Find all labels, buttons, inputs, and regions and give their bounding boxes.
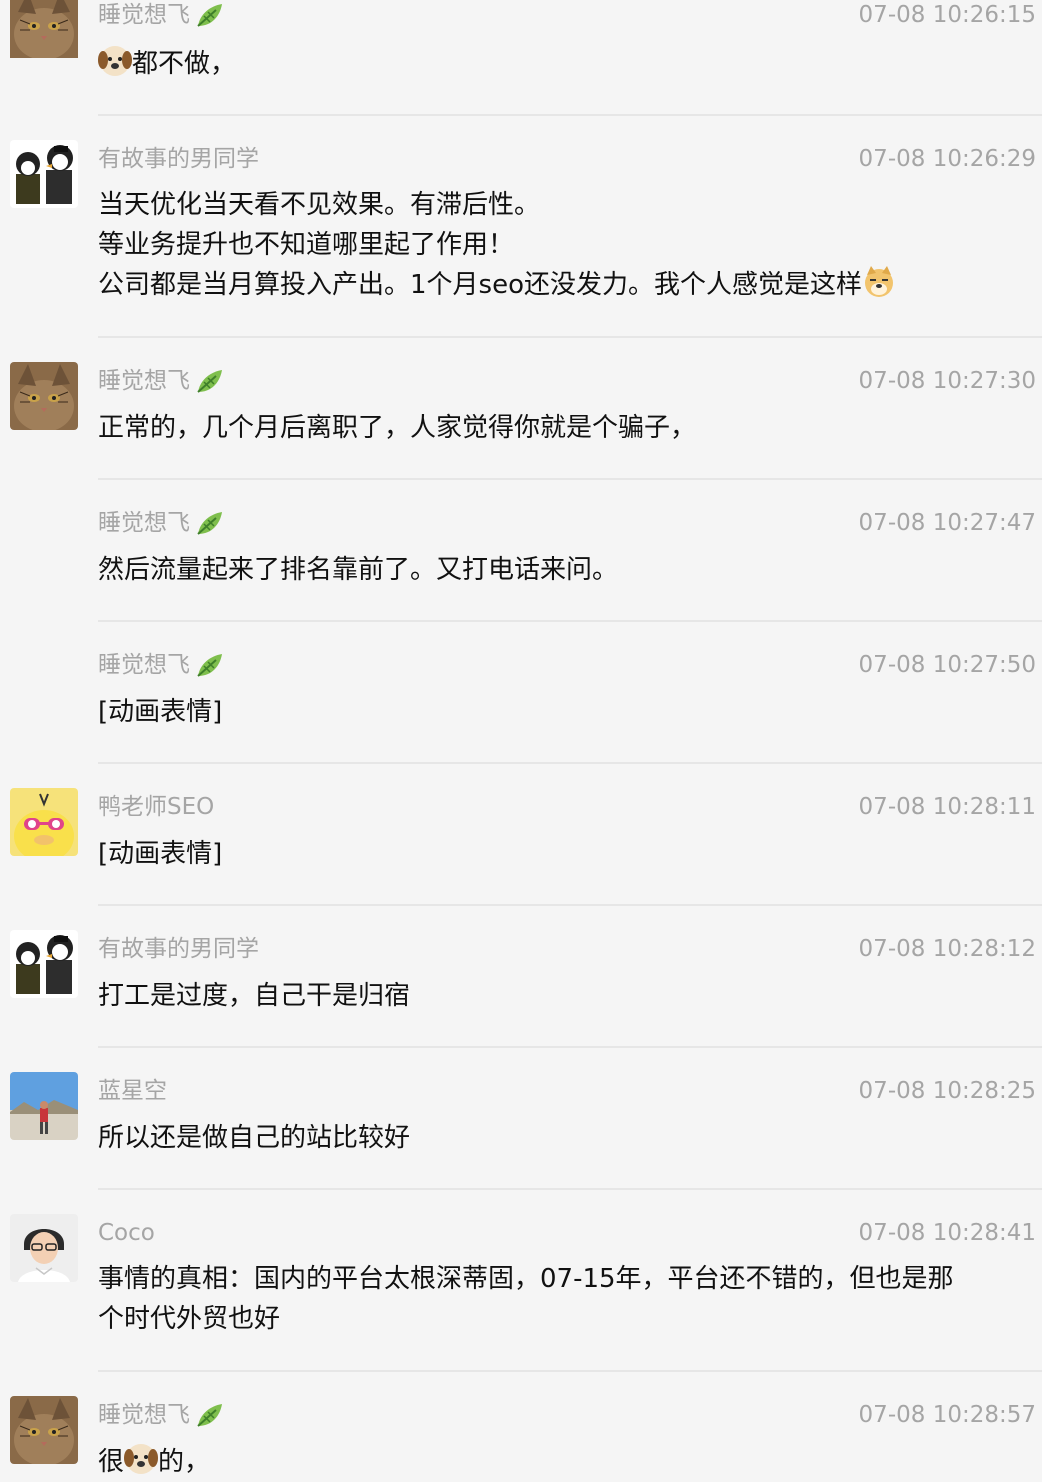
- chat-message: 睡觉想飞 07-08 10:27:30 正常的，几个月后离职了，人家觉得你就是个…: [0, 336, 1042, 478]
- message-divider: [98, 1370, 1042, 1372]
- message-time: 07-08 10:28:12: [858, 936, 1036, 962]
- message-divider: [98, 478, 1042, 480]
- leaf-icon: [197, 1404, 222, 1427]
- message-text[interactable]: 很的，: [98, 1442, 1022, 1482]
- message-divider: [98, 904, 1042, 906]
- message-line: 事情的真相：国内的平台太根深蒂固，07-15年，平台还不错的，但也是那: [98, 1264, 954, 1294]
- message-text[interactable]: 都不做，: [98, 44, 1022, 84]
- message-text[interactable]: 打工是过度，自己干是归宿: [98, 976, 1022, 1016]
- dog-face-emoji: [98, 46, 132, 76]
- penguins-avatar[interactable]: [10, 930, 78, 998]
- message-line: 个时代外贸也好: [98, 1304, 281, 1334]
- message-time: 07-08 10:26:29: [858, 146, 1036, 172]
- cat-avatar[interactable]: [10, 0, 78, 64]
- message-divider: [98, 762, 1042, 764]
- penguins-avatar[interactable]: [10, 140, 78, 208]
- message-divider: [98, 620, 1042, 622]
- sender-name: 有故事的男同学: [98, 146, 259, 172]
- person-avatar[interactable]: [10, 1214, 78, 1282]
- message-text[interactable]: 所以还是做自己的站比较好: [98, 1118, 1022, 1158]
- chat-message: 睡觉想飞 07-08 10:27:50 [动画表情]: [0, 620, 1042, 762]
- chat-message: Coco 07-08 10:28:41 事情的真相：国内的平台太根深蒂固，07-…: [0, 1188, 1042, 1370]
- sender-name: 睡觉想飞: [98, 1400, 226, 1430]
- message-time: 07-08 10:28:41: [858, 1220, 1036, 1246]
- dog-face-emoji: [124, 1444, 159, 1474]
- sender-name: 有故事的男同学: [98, 936, 259, 962]
- message-divider: [98, 114, 1042, 116]
- message-line: 当天优化当天看不见效果。有滞后性。: [98, 190, 541, 220]
- duck-avatar[interactable]: [10, 788, 78, 856]
- message-text[interactable]: [动画表情]: [98, 692, 1022, 732]
- chat-message: 睡觉想飞 07-08 10:27:47 然后流量起来了排名靠前了。又打电话来问。: [0, 478, 1042, 620]
- leaf-icon: [197, 4, 222, 27]
- cat-avatar[interactable]: [10, 1396, 78, 1464]
- landscape-avatar[interactable]: [10, 1072, 78, 1140]
- sender-name: 睡觉想飞: [98, 0, 226, 30]
- chat-message: 有故事的男同学 07-08 10:26:29 当天优化当天看不见效果。有滞后性。…: [0, 114, 1042, 336]
- message-line: 等业务提升也不知道哪里起了作用！: [98, 230, 515, 260]
- chat-message: 睡觉想飞 07-08 10:28:57 很的，: [0, 1370, 1042, 1482]
- chat-message: 鸭老师SEO 07-08 10:28:11 [动画表情]: [0, 762, 1042, 904]
- sender-name: Coco: [98, 1220, 155, 1246]
- sender-name: 睡觉想飞: [98, 650, 226, 680]
- leaf-icon: [197, 654, 222, 677]
- message-time: 07-08 10:26:15: [858, 2, 1036, 28]
- cat-avatar[interactable]: [10, 362, 78, 430]
- message-time: 07-08 10:28:57: [858, 1402, 1036, 1428]
- message-text[interactable]: 事情的真相：国内的平台太根深蒂固，07-15年，平台还不错的，但也是那 个时代外贸…: [98, 1259, 1022, 1339]
- chat-message: 睡觉想飞 07-08 10:26:15 都不做，: [0, 0, 1042, 114]
- message-text[interactable]: 然后流量起来了排名靠前了。又打电话来问。: [98, 550, 1022, 590]
- doge-emoji: [865, 266, 893, 297]
- sender-name: 鸭老师SEO: [98, 794, 215, 820]
- message-time: 07-08 10:27:50: [858, 652, 1036, 678]
- chat-message: 蓝星空 07-08 10:28:25 所以还是做自己的站比较好: [0, 1046, 1042, 1188]
- message-divider: [98, 1046, 1042, 1048]
- message-divider: [98, 336, 1042, 338]
- chat-history: 睡觉想飞 07-08 10:26:15 都不做， 有故事的男同学 07-08 1…: [0, 0, 1042, 1482]
- chat-message: 有故事的男同学 07-08 10:28:12 打工是过度，自己干是归宿: [0, 904, 1042, 1046]
- message-time: 07-08 10:27:47: [858, 510, 1036, 536]
- message-text[interactable]: 正常的，几个月后离职了，人家觉得你就是个骗子，: [98, 408, 1022, 448]
- sender-name: 睡觉想飞: [98, 366, 226, 396]
- message-text[interactable]: 当天优化当天看不见效果。有滞后性。 等业务提升也不知道哪里起了作用！ 公司都是当月算…: [98, 185, 1022, 305]
- message-text[interactable]: [动画表情]: [98, 834, 1022, 874]
- sender-name: 蓝星空: [98, 1078, 167, 1104]
- message-line: 公司都是当月算投入产出。1个月seo还没发力。我个人感觉是这样: [98, 265, 1022, 305]
- message-time: 07-08 10:28:11: [858, 794, 1036, 820]
- leaf-icon: [197, 370, 222, 393]
- sender-name: 睡觉想飞: [98, 508, 226, 538]
- message-time: 07-08 10:27:30: [858, 368, 1036, 394]
- message-divider: [98, 1188, 1042, 1190]
- message-time: 07-08 10:28:25: [858, 1078, 1036, 1104]
- leaf-icon: [197, 512, 222, 535]
